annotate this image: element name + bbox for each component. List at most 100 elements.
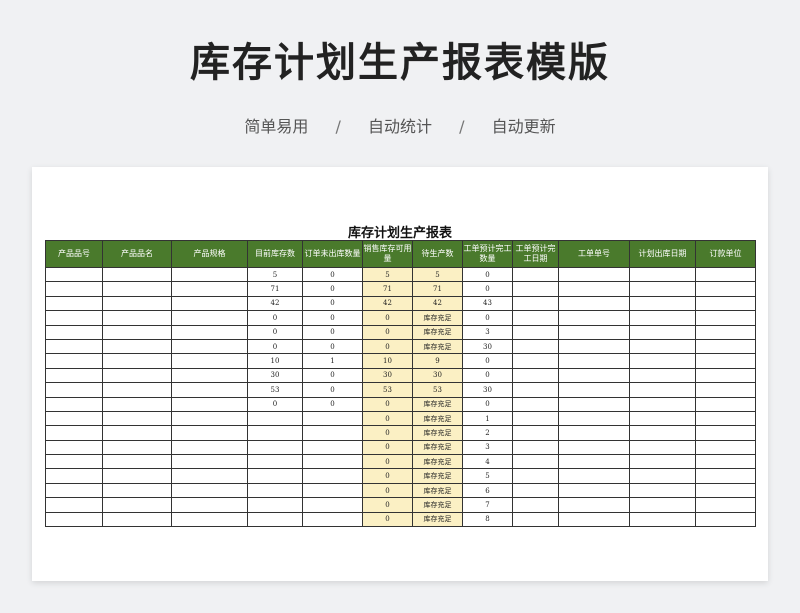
table-cell[interactable] [558,425,630,441]
table-cell[interactable] [629,338,696,355]
table-cell[interactable]: 6 [462,482,513,499]
table-cell[interactable]: 30 [462,382,513,398]
table-cell[interactable]: 42 [362,295,413,312]
table-cell[interactable]: 5 [247,266,303,283]
table-cell[interactable] [247,482,303,499]
table-cell[interactable] [512,295,559,312]
table-cell[interactable]: 0 [302,281,363,297]
table-cell[interactable]: 库存充足 [412,482,463,499]
table-cell[interactable] [512,454,559,470]
table-cell[interactable]: 0 [302,367,363,384]
table-cell[interactable] [695,468,756,484]
table-cell[interactable] [102,295,172,312]
table-cell[interactable] [302,410,363,427]
table-cell[interactable]: 71 [412,281,463,297]
table-cell[interactable]: 0 [302,310,363,326]
table-cell[interactable] [558,410,630,427]
table-cell[interactable] [695,497,756,513]
table-cell[interactable] [558,468,630,484]
table-cell[interactable] [45,310,103,326]
table-cell[interactable]: 42 [247,295,303,312]
table-cell[interactable] [629,482,696,499]
table-cell[interactable] [302,439,363,456]
table-cell[interactable]: 0 [302,295,363,312]
table-cell[interactable]: 0 [302,266,363,283]
table-cell[interactable]: 0 [362,511,413,528]
table-cell[interactable] [171,310,248,326]
table-cell[interactable] [45,367,103,384]
table-cell[interactable] [629,353,696,369]
table-cell[interactable] [512,468,559,484]
table-cell[interactable] [629,468,696,484]
table-cell[interactable] [512,511,559,528]
table-cell[interactable]: 43 [462,295,513,312]
table-cell[interactable] [512,266,559,283]
table-cell[interactable] [512,281,559,297]
table-cell[interactable] [512,497,559,513]
table-cell[interactable]: 30 [362,367,413,384]
table-cell[interactable]: 0 [362,410,413,427]
table-cell[interactable]: 2 [462,425,513,441]
table-cell[interactable] [171,511,248,528]
table-cell[interactable] [629,310,696,326]
table-cell[interactable]: 71 [247,281,303,297]
table-cell[interactable]: 5 [362,266,413,283]
table-cell[interactable]: 库存充足 [412,511,463,528]
table-cell[interactable]: 5 [412,266,463,283]
table-cell[interactable] [171,425,248,441]
table-cell[interactable] [512,410,559,427]
table-cell[interactable]: 库存充足 [412,410,463,427]
table-cell[interactable]: 库存充足 [412,310,463,326]
table-cell[interactable] [558,511,630,528]
table-cell[interactable] [512,367,559,384]
table-cell[interactable]: 0 [462,367,513,384]
table-cell[interactable]: 库存充足 [412,468,463,484]
table-cell[interactable] [512,324,559,340]
table-cell[interactable] [512,338,559,355]
table-cell[interactable] [45,410,103,427]
table-cell[interactable] [695,396,756,412]
table-cell[interactable]: 3 [462,324,513,340]
table-cell[interactable]: 库存充足 [412,425,463,441]
table-cell[interactable] [102,454,172,470]
table-cell[interactable] [695,353,756,369]
table-cell[interactable] [558,367,630,384]
table-cell[interactable] [102,281,172,297]
table-cell[interactable]: 42 [412,295,463,312]
table-cell[interactable] [558,497,630,513]
table-cell[interactable]: 5 [462,468,513,484]
table-cell[interactable]: 0 [462,396,513,412]
table-cell[interactable] [45,511,103,528]
table-cell[interactable]: 0 [362,468,413,484]
table-cell[interactable] [629,382,696,398]
table-cell[interactable] [45,497,103,513]
table-cell[interactable] [171,295,248,312]
table-cell[interactable]: 7 [462,497,513,513]
table-cell[interactable] [695,295,756,312]
table-cell[interactable] [512,439,559,456]
table-cell[interactable] [102,439,172,456]
table-cell[interactable] [695,410,756,427]
table-cell[interactable]: 0 [362,310,413,326]
table-cell[interactable] [302,425,363,441]
table-cell[interactable]: 1 [302,353,363,369]
table-cell[interactable] [629,324,696,340]
table-cell[interactable]: 53 [362,382,413,398]
table-cell[interactable] [102,410,172,427]
table-cell[interactable] [512,382,559,398]
table-cell[interactable] [558,353,630,369]
table-cell[interactable] [171,468,248,484]
table-cell[interactable] [102,396,172,412]
table-cell[interactable]: 0 [362,396,413,412]
table-cell[interactable] [247,454,303,470]
table-cell[interactable] [171,353,248,369]
table-cell[interactable] [102,324,172,340]
table-cell[interactable] [629,266,696,283]
table-cell[interactable] [247,497,303,513]
table-cell[interactable] [629,497,696,513]
table-cell[interactable] [171,281,248,297]
table-cell[interactable] [102,310,172,326]
table-cell[interactable] [629,281,696,297]
table-cell[interactable] [558,310,630,326]
table-cell[interactable]: 0 [302,324,363,340]
